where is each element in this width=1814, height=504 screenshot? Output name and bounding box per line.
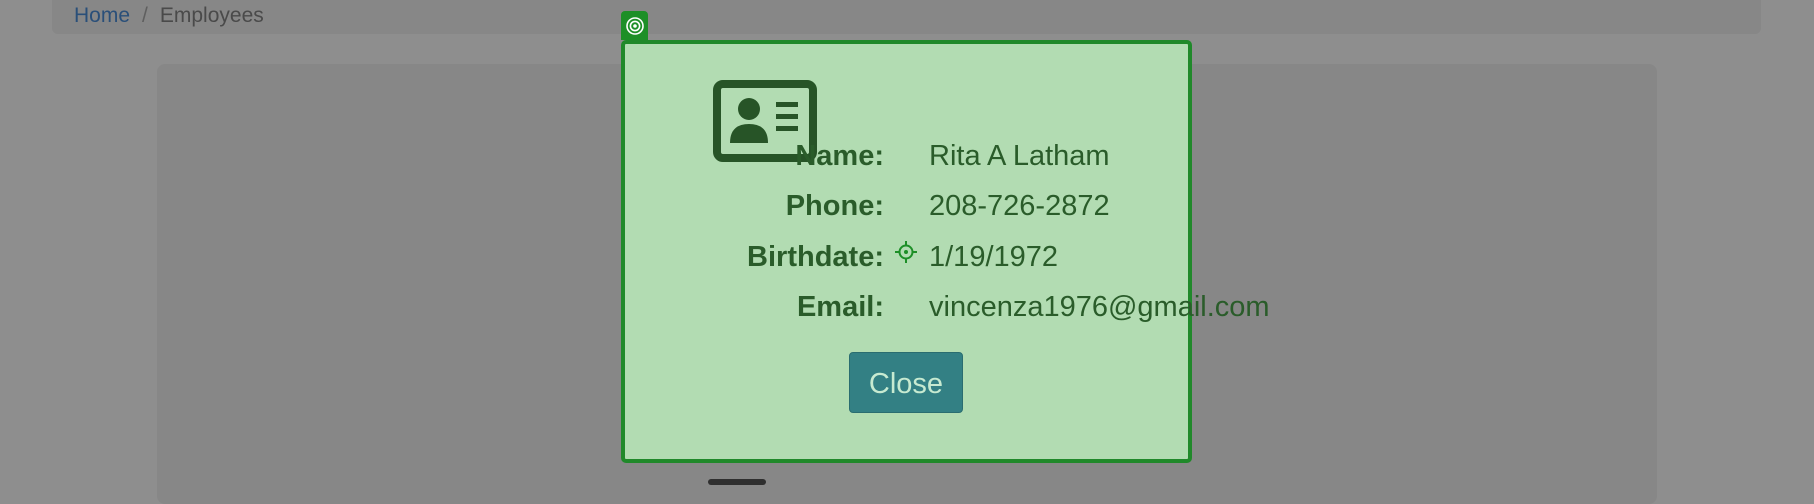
email-value: vincenza1976@gmail.com	[929, 291, 1270, 323]
name-value: Rita A Latham	[929, 140, 1110, 172]
close-button[interactable]: Close	[849, 352, 963, 413]
breadcrumb-home-link[interactable]: Home	[74, 4, 130, 27]
email-label: Email:	[796, 291, 884, 323]
birthdate-label: Birthdate:	[747, 241, 884, 273]
target-icon	[621, 11, 648, 40]
birthdate-value: 1/19/1972	[929, 241, 1059, 273]
phone-value: 208-726-2872	[929, 190, 1110, 222]
name-label: Name:	[795, 140, 884, 172]
phone-label: Phone:	[785, 190, 884, 222]
breadcrumb: Home / Employees	[52, 0, 1761, 34]
breadcrumb-current: Employees	[159, 4, 264, 27]
crosshair-icon	[895, 241, 917, 263]
background-chip	[708, 479, 766, 485]
breadcrumb-separator: /	[142, 4, 148, 27]
